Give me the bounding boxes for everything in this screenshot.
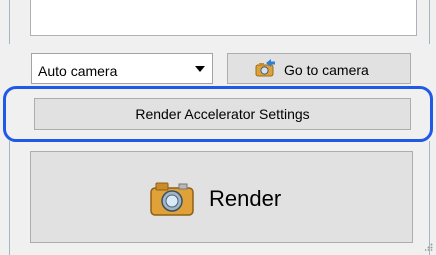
go-to-camera-button[interactable]: Go to camera bbox=[227, 53, 411, 84]
resize-grip-icon[interactable] bbox=[425, 243, 433, 251]
panel-left-border bbox=[9, 0, 10, 44]
camera-icon bbox=[150, 182, 194, 216]
render-label: Render bbox=[209, 186, 282, 211]
chevron-down-icon bbox=[195, 66, 205, 72]
panel-right-border bbox=[429, 0, 430, 44]
camera-select-value: Auto camera bbox=[38, 63, 118, 79]
render-button[interactable]: Render bbox=[30, 151, 413, 243]
panel-right-border-lower bbox=[429, 141, 430, 255]
camera-select[interactable]: Auto camera bbox=[31, 53, 213, 84]
text-area[interactable] bbox=[30, 0, 417, 36]
highlight-outline bbox=[3, 86, 433, 142]
go-to-camera-label: Go to camera bbox=[284, 62, 369, 78]
panel-left-border-lower bbox=[9, 141, 10, 255]
camera-arrow-icon bbox=[255, 59, 275, 77]
